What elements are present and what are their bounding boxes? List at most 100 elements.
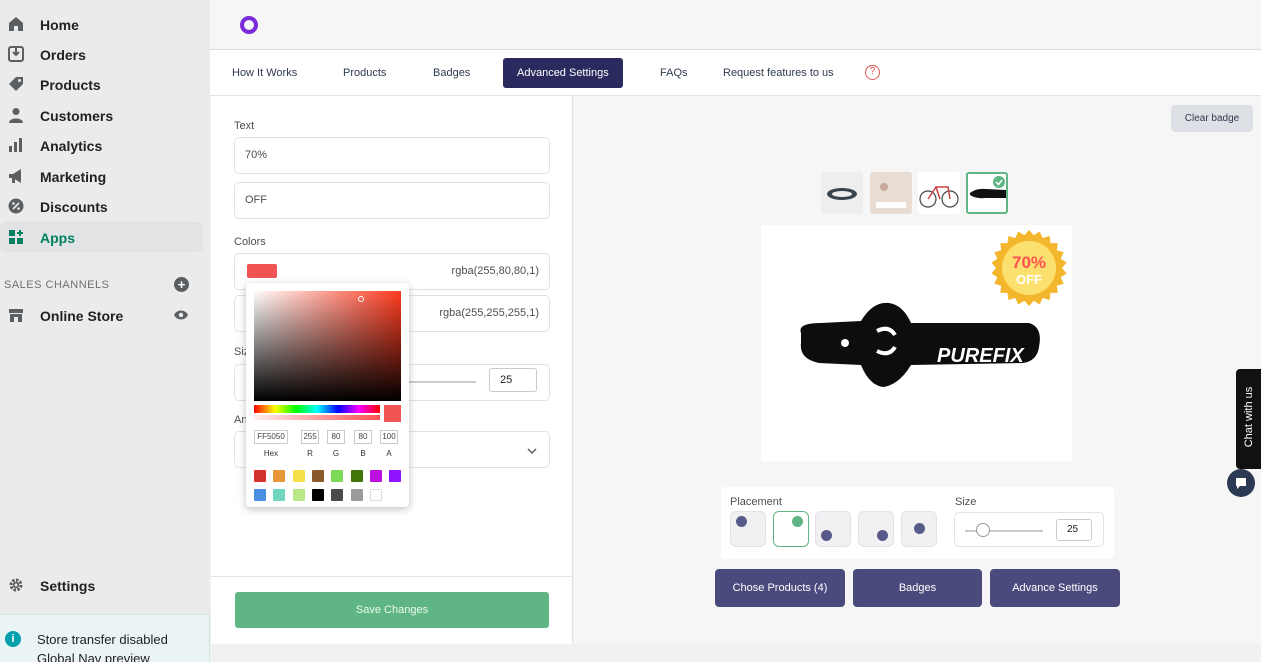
- badges-button[interactable]: Badges: [853, 569, 982, 607]
- badge-preview-panel: Clear badge PUREFIX 70% OFF Placement Si…: [574, 96, 1261, 644]
- text-line1-input[interactable]: 70%: [234, 137, 550, 174]
- preset-color-swatch[interactable]: [389, 470, 402, 482]
- placement-bottom-right[interactable]: [858, 511, 894, 547]
- notice-subtitle: Global Nav preview: [37, 651, 150, 662]
- size-stepper[interactable]: 25: [489, 368, 537, 392]
- preset-color-swatch[interactable]: [254, 470, 266, 482]
- tag-icon: [9, 77, 23, 91]
- size-stepper[interactable]: 25: [1056, 519, 1092, 541]
- chat-label: Chat with us: [1243, 386, 1255, 448]
- eye-icon[interactable]: [173, 309, 189, 321]
- sidebar-item-orders[interactable]: Orders: [0, 39, 203, 69]
- product-thumbnail[interactable]: [870, 172, 912, 214]
- preset-color-swatch[interactable]: [273, 489, 286, 501]
- tab-bar: How It Works Products Badges Advanced Se…: [210, 50, 1261, 96]
- placement-top-left[interactable]: [730, 511, 766, 547]
- tab-faqs[interactable]: FAQs: [646, 58, 702, 88]
- preset-color-swatch[interactable]: [292, 489, 305, 501]
- preset-color-swatch[interactable]: [350, 470, 363, 482]
- tab-how-it-works[interactable]: How It Works: [218, 58, 311, 88]
- text-line2-input[interactable]: OFF: [234, 182, 550, 219]
- product-thumbnail-selected[interactable]: [966, 172, 1008, 214]
- preset-color-swatch[interactable]: [311, 489, 324, 501]
- preset-color-swatch[interactable]: [292, 470, 305, 482]
- home-icon: [9, 17, 23, 31]
- product-thumbnail[interactable]: [821, 172, 863, 214]
- green-input[interactable]: 80: [327, 430, 345, 444]
- size-label: Size: [955, 496, 977, 508]
- chat-icon[interactable]: [1227, 469, 1255, 497]
- preset-color-swatch[interactable]: [254, 489, 266, 501]
- placement-panel: Placement Size 25: [721, 487, 1114, 559]
- tab-request-features[interactable]: Request features to us: [709, 58, 848, 88]
- discount-badge: 70% OFF: [989, 228, 1069, 308]
- tab-advanced-settings[interactable]: Advanced Settings: [503, 58, 623, 88]
- clear-badge-button[interactable]: Clear badge: [1171, 105, 1253, 132]
- placement-dot: [821, 530, 832, 541]
- sidebar-item-products[interactable]: Products: [0, 69, 203, 99]
- sidebar-item-customers[interactable]: Customers: [0, 100, 203, 130]
- sidebar: Home Orders Products Customers Analytics…: [0, 0, 210, 662]
- size-slider[interactable]: [406, 381, 476, 383]
- save-changes-button[interactable]: Save Changes: [235, 592, 549, 628]
- sidebar-item-settings[interactable]: Settings: [0, 570, 203, 600]
- preset-color-swatch[interactable]: [331, 470, 344, 482]
- megaphone-icon: [9, 169, 21, 183]
- person-icon: [9, 108, 23, 123]
- sidebar-item-label: Home: [40, 17, 79, 33]
- hex-label: Hex: [263, 449, 279, 458]
- chat-with-us-tab[interactable]: Chat with us: [1236, 369, 1261, 469]
- blue-input[interactable]: 80: [354, 430, 372, 444]
- preset-color-swatch[interactable]: [311, 470, 324, 482]
- chevron-down-icon: [527, 448, 537, 455]
- red-input[interactable]: 255: [301, 430, 319, 444]
- placement-dot: [914, 523, 925, 534]
- preset-color-swatch[interactable]: [273, 470, 286, 482]
- hue-slider[interactable]: [254, 405, 380, 413]
- color2-value: rgba(255,255,255,1): [439, 307, 539, 319]
- placement-dot: [792, 516, 803, 527]
- sidebar-item-home[interactable]: Home: [0, 9, 203, 39]
- placement-dot: [736, 516, 747, 527]
- app-header: [210, 0, 1261, 50]
- saturation-cursor[interactable]: [358, 296, 364, 302]
- saturation-area[interactable]: [254, 291, 401, 401]
- preset-color-swatch[interactable]: [350, 489, 363, 501]
- gear-icon: [9, 578, 23, 592]
- sidebar-item-label: Online Store: [40, 308, 124, 324]
- sidebar-item-discounts[interactable]: Discounts: [0, 191, 203, 221]
- preset-color-swatch[interactable]: [369, 470, 382, 482]
- preset-color-swatch[interactable]: [331, 489, 344, 501]
- product-thumbnail[interactable]: [918, 172, 960, 214]
- hex-input[interactable]: FF5050: [254, 430, 288, 444]
- advance-settings-button[interactable]: Advance Settings: [990, 569, 1120, 607]
- placement-bottom-left[interactable]: [815, 511, 851, 547]
- size-slider-handle[interactable]: [976, 523, 990, 537]
- alpha-slider[interactable]: [254, 415, 380, 420]
- placement-label: Placement: [730, 496, 782, 508]
- help-icon[interactable]: ?: [865, 65, 880, 80]
- tab-badges[interactable]: Badges: [419, 58, 484, 88]
- sales-channels-title: SALES CHANNELS: [4, 279, 110, 291]
- chose-products-button[interactable]: Chose Products (4): [715, 569, 845, 607]
- product-brand-text: PUREFIX: [937, 345, 1025, 367]
- placement-center[interactable]: [901, 511, 937, 547]
- divider: [211, 576, 573, 577]
- add-sales-channel-icon[interactable]: +: [174, 277, 189, 292]
- color1-swatch[interactable]: [247, 264, 277, 278]
- placement-top-right[interactable]: [773, 511, 809, 547]
- preset-color-swatch[interactable]: [369, 489, 382, 501]
- sidebar-item-marketing[interactable]: Marketing: [0, 161, 203, 191]
- sidebar-item-label: Orders: [40, 47, 86, 63]
- sidebar-item-label: Apps: [40, 230, 75, 246]
- tab-products[interactable]: Products: [329, 58, 400, 88]
- store-transfer-notice[interactable]: i Store transfer disabled Global Nav pre…: [0, 614, 210, 662]
- sidebar-item-apps[interactable]: Apps: [0, 222, 203, 252]
- sidebar-item-analytics[interactable]: Analytics: [0, 130, 203, 160]
- placement-dot: [877, 530, 888, 541]
- alpha-label: A: [386, 449, 392, 458]
- sidebar-item-label: Products: [40, 77, 101, 93]
- color-picker: FF5050 255 80 80 100 Hex R G B A: [246, 283, 409, 507]
- alpha-input[interactable]: 100: [380, 430, 398, 444]
- colors-label: Colors: [234, 236, 266, 248]
